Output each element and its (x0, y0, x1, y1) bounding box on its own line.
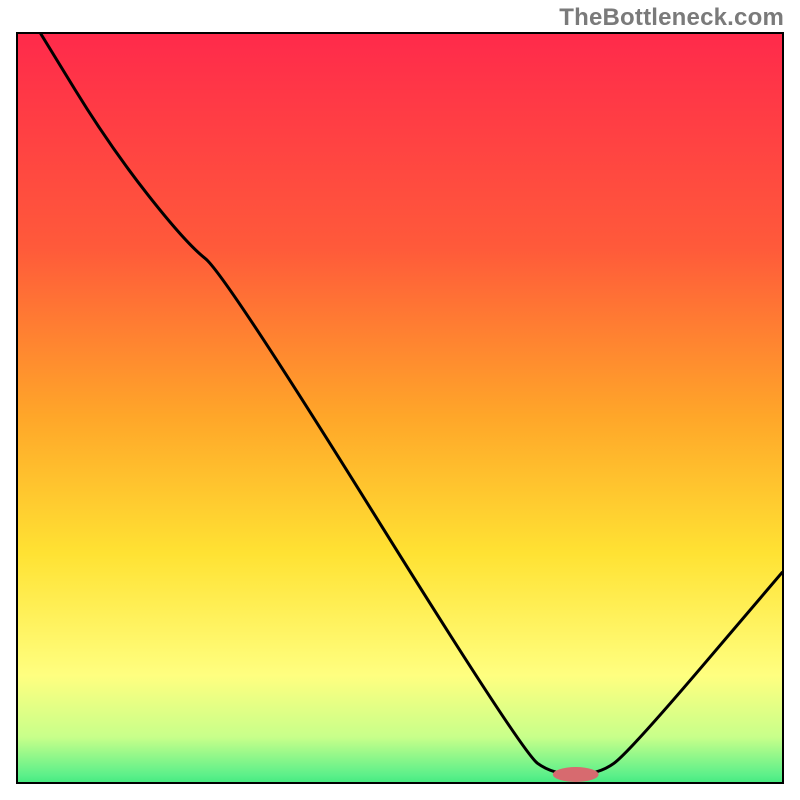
optimal-marker (553, 767, 599, 782)
plot-lines (18, 34, 782, 782)
curve-path (41, 34, 782, 775)
plot-frame (16, 32, 784, 784)
chart-canvas: TheBottleneck.com (0, 0, 800, 800)
watermark-text: TheBottleneck.com (559, 4, 784, 32)
